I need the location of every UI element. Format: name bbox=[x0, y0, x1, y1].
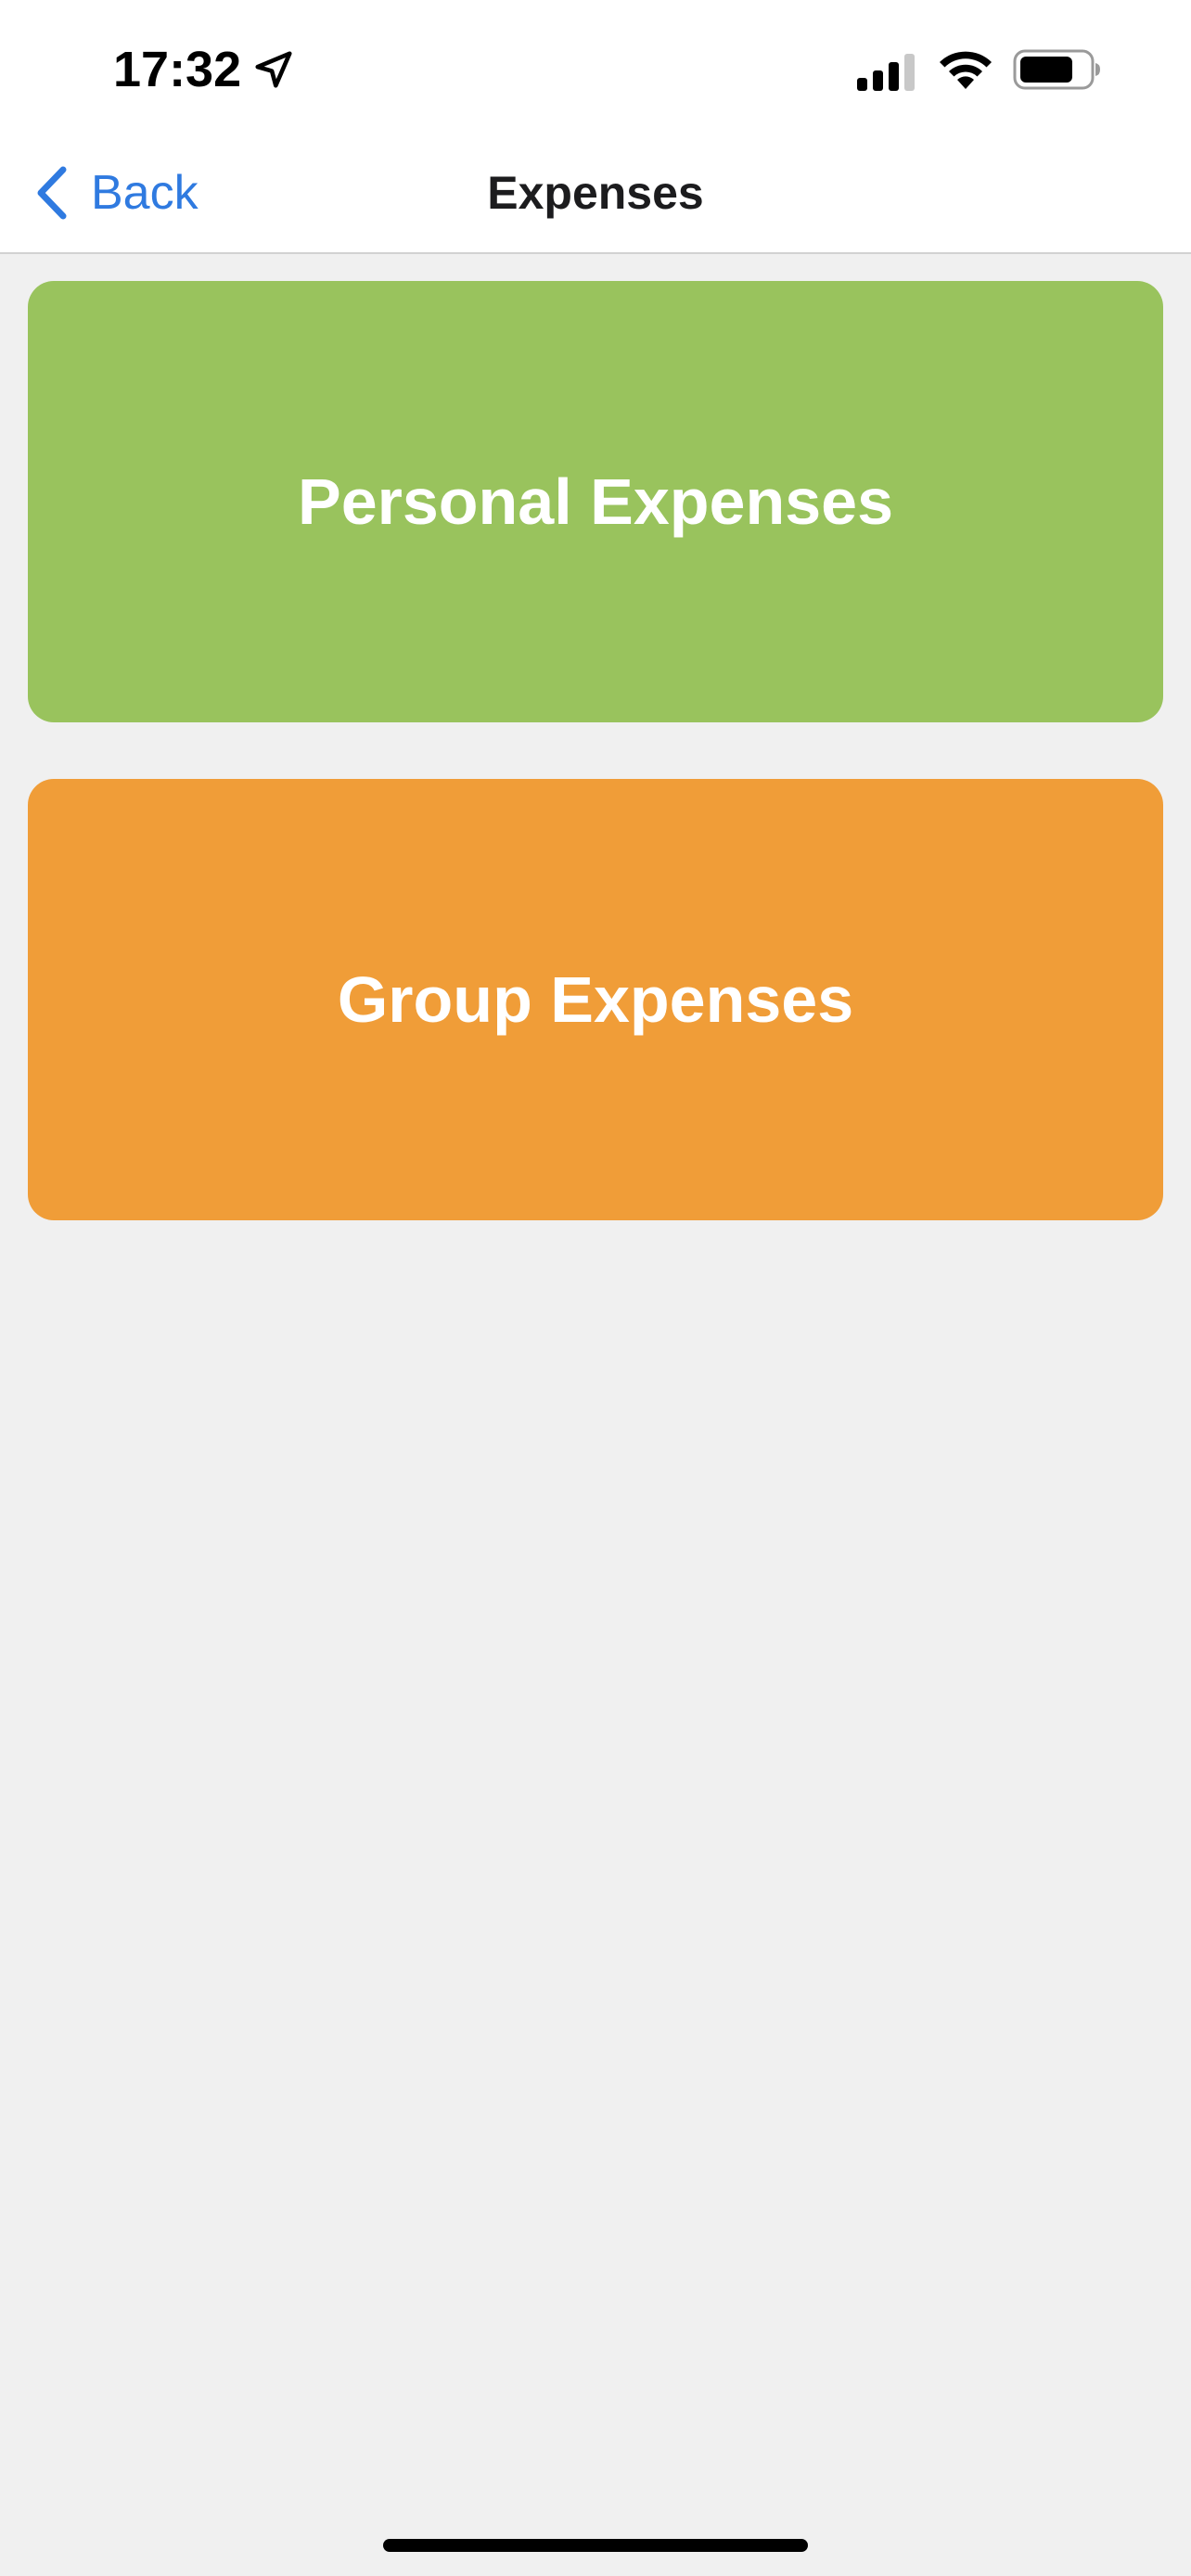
group-expenses-button[interactable]: Group Expenses bbox=[28, 779, 1163, 1220]
back-label: Back bbox=[91, 166, 198, 220]
wifi-icon bbox=[940, 51, 992, 89]
personal-expenses-button[interactable]: Personal Expenses bbox=[28, 281, 1163, 722]
top-bar: 17:32 Expenses Back bbox=[0, 0, 1191, 254]
chevron-left-icon bbox=[37, 166, 67, 220]
back-button[interactable]: Back bbox=[33, 158, 198, 228]
cellular-signal-icon bbox=[857, 54, 915, 91]
status-time: 17:32 bbox=[113, 42, 242, 97]
personal-expenses-label: Personal Expenses bbox=[298, 465, 893, 538]
battery-icon bbox=[1013, 49, 1100, 90]
group-expenses-label: Group Expenses bbox=[337, 963, 854, 1036]
location-arrow-icon bbox=[255, 51, 292, 88]
home-indicator[interactable] bbox=[383, 2539, 808, 2552]
